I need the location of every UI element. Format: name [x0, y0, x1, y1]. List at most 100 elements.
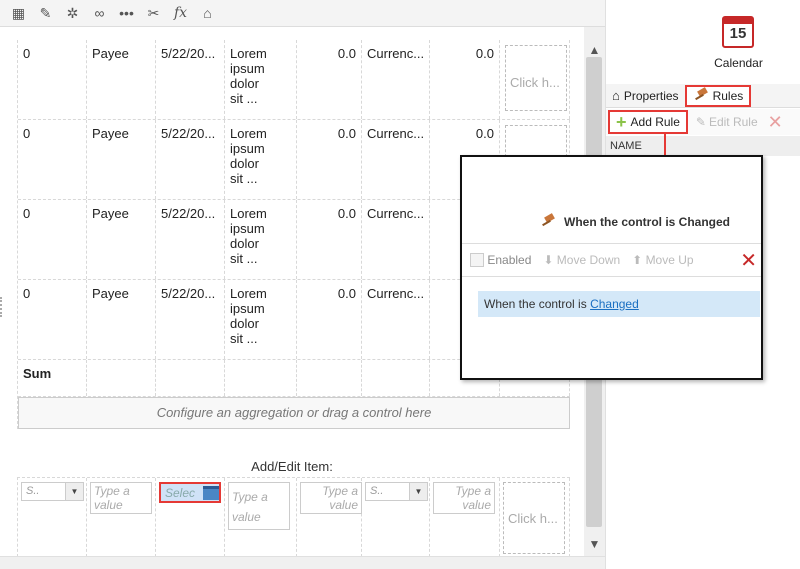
- sum-cell: [362, 360, 430, 396]
- tab-rules[interactable]: Rules: [684, 84, 752, 107]
- enabled-label: Enabled: [487, 252, 532, 267]
- description-line: dolor: [230, 76, 259, 91]
- cell-total: 0.0: [430, 40, 500, 119]
- delete-icon[interactable]: ✕: [768, 112, 783, 133]
- cell-currency: Currenc...: [362, 280, 430, 359]
- input-cell: S.. ▼: [362, 478, 430, 557]
- cell-number: 0: [18, 120, 87, 199]
- tab-label: Rules: [712, 88, 744, 103]
- date-picker[interactable]: Selec: [159, 482, 221, 503]
- description-line: Lorem: [230, 286, 267, 301]
- cell-description: Lorem ipsum dolor sit ...: [225, 200, 297, 279]
- scroll-down-icon[interactable]: ▼: [588, 537, 601, 551]
- description-line: sit ...: [230, 91, 258, 106]
- link-icon[interactable]: ∞: [91, 5, 108, 22]
- edit-rule-label: Edit Rule: [708, 115, 758, 129]
- control-name-label: Calendar: [714, 56, 763, 70]
- pencil-icon: ✎: [695, 115, 706, 129]
- more-icon[interactable]: •••: [118, 5, 135, 22]
- input-cell: Click h...: [500, 478, 570, 557]
- cell-currency: Currenc...: [362, 40, 430, 119]
- popup-title: When the control is Changed: [540, 215, 730, 229]
- move-up-button[interactable]: ⬆ Move Up: [632, 253, 693, 267]
- rule-condition-row[interactable]: When the control is Changed: [478, 291, 760, 317]
- sum-cell: [225, 360, 297, 396]
- cell-description: Lorem ipsum dolor sit ...: [225, 40, 297, 119]
- add-edit-row: S.. ▼ Type a value Selec Type a value Typ…: [17, 477, 570, 557]
- dropdown-2[interactable]: S.. ▼: [365, 482, 428, 501]
- cell-date: 5/22/20...: [156, 120, 225, 199]
- cell-action: Click h...: [500, 40, 570, 119]
- move-down-label: Move Down: [556, 253, 621, 267]
- edit-rule-button[interactable]: ✎ Edit Rule: [696, 115, 758, 129]
- input-cell: Type a value: [297, 478, 362, 557]
- table-row[interactable]: 0 Payee 5/22/20... Lorem ipsum dolor sit…: [18, 40, 570, 120]
- description-line: sit ...: [230, 331, 258, 346]
- checkbox-icon: [470, 253, 484, 268]
- tab-properties[interactable]: ⌂ Properties: [606, 85, 685, 107]
- tab-label: Properties: [623, 88, 679, 103]
- description-line: Lorem: [230, 126, 267, 141]
- cell-amount: 0.0: [297, 120, 362, 199]
- aggregation-drop-zone[interactable]: Configure an aggregation or drag a contr…: [18, 397, 570, 429]
- description-line: dolor: [230, 156, 259, 171]
- move-down-button[interactable]: ⬇ Move Down: [543, 253, 620, 267]
- calendar-icon[interactable]: [203, 485, 219, 500]
- rule-prefix-text: When the control is: [484, 297, 587, 311]
- dropdown-value: S..: [370, 485, 384, 497]
- add-edit-title: Add/Edit Item:: [251, 459, 333, 474]
- sum-cell: [87, 360, 156, 396]
- fx-icon[interactable]: fx: [172, 5, 189, 22]
- panel-tabs: ⌂ Properties Rules: [606, 84, 800, 108]
- sum-cell: [156, 360, 225, 396]
- text-input-4[interactable]: Type a value: [433, 482, 495, 514]
- cell-payee: Payee: [87, 120, 156, 199]
- edit-form-icon[interactable]: ✎: [37, 5, 54, 22]
- tools-icon[interactable]: ✂: [145, 5, 162, 22]
- popup-title-text: When the control is Changed: [564, 215, 731, 229]
- scroll-up-icon[interactable]: ▲: [588, 43, 601, 57]
- cell-number: 0: [18, 40, 87, 119]
- rule-event-link[interactable]: Changed: [590, 297, 639, 311]
- calendar-control-icon: 15: [722, 16, 754, 48]
- popup-toolbar: Enabled ⬇ Move Down ⬆ Move Up ✕: [462, 243, 761, 277]
- description-line: dolor: [230, 316, 259, 331]
- gear-icon[interactable]: ✲: [64, 5, 81, 22]
- description-line: ipsum: [230, 221, 265, 236]
- close-icon[interactable]: ✕: [740, 248, 757, 273]
- cell-date: 5/22/20...: [156, 40, 225, 119]
- sum-label: Sum: [18, 360, 87, 396]
- gavel-icon: [540, 215, 556, 229]
- table-icon[interactable]: ▦: [10, 5, 27, 22]
- cell-description: Lorem ipsum dolor sit ...: [225, 280, 297, 359]
- arrow-down-icon: ⬇: [543, 253, 554, 267]
- cell-payee: Payee: [87, 200, 156, 279]
- resize-handle[interactable]: [0, 297, 3, 317]
- click-here-placeholder[interactable]: Click h...: [503, 482, 565, 554]
- description-line: sit ...: [230, 251, 258, 266]
- dropdown-1[interactable]: S.. ▼: [21, 482, 84, 501]
- cell-description: Lorem ipsum dolor sit ...: [225, 120, 297, 199]
- description-line: dolor: [230, 236, 259, 251]
- rule-popup: When the control is Changed Enabled ⬇ Mo…: [460, 155, 763, 380]
- cell-number: 0: [18, 280, 87, 359]
- cell-date: 5/22/20...: [156, 200, 225, 279]
- text-input-1[interactable]: Type a value: [90, 482, 152, 514]
- cell-amount: 0.0: [297, 40, 362, 119]
- rules-name-header: NAME: [606, 136, 800, 156]
- arrow-up-icon: ⬆: [632, 253, 643, 267]
- dropdown-value: S..: [26, 485, 40, 497]
- text-input-3[interactable]: Type a value: [300, 482, 362, 514]
- text-input-2[interactable]: Type a value: [228, 482, 290, 530]
- description-line: ipsum: [230, 301, 265, 316]
- click-here-placeholder[interactable]: Click h...: [505, 45, 567, 111]
- horizontal-scrollbar[interactable]: [0, 556, 605, 569]
- cell-number: 0: [18, 200, 87, 279]
- add-rule-button[interactable]: + Add Rule: [608, 110, 688, 134]
- date-picker-value: Selec: [165, 485, 196, 500]
- graduation-cap-icon[interactable]: ⌂: [199, 5, 216, 22]
- enabled-checkbox[interactable]: Enabled: [470, 253, 531, 268]
- cell-currency: Currenc...: [362, 200, 430, 279]
- move-up-label: Move Up: [645, 253, 694, 267]
- cell-currency: Currenc...: [362, 120, 430, 199]
